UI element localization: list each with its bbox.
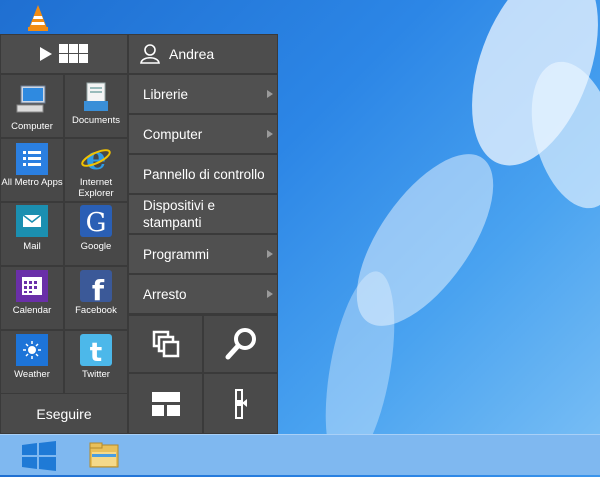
search-icon (225, 328, 256, 360)
start-menu: Andrea Computer Documents All Metro Apps… (0, 34, 278, 434)
grid-icon (59, 44, 88, 63)
menu-item-pannello-di-controllo[interactable]: Pannello di controllo (129, 155, 277, 193)
user-name: Andrea (169, 46, 215, 62)
tile-all-metro-apps[interactable]: All Metro Apps (1, 139, 63, 201)
internet-explorer-icon: e (81, 142, 111, 174)
submenu-arrow-icon (267, 90, 273, 98)
pin-button[interactable] (204, 374, 277, 433)
menu-item-computer[interactable]: Computer (129, 115, 277, 153)
tile-label: Calendar (12, 305, 52, 316)
tile-internet-explorer[interactable]: e Internet Explorer (65, 139, 127, 201)
start-screen-toggle-button[interactable] (1, 35, 127, 73)
user-account[interactable]: Andrea (129, 35, 277, 73)
tile-label: Internet Explorer (78, 177, 114, 199)
taskbar (0, 434, 600, 475)
start-button[interactable] (18, 440, 60, 472)
tile-label: Mail (23, 241, 41, 252)
svg-text:G: G (86, 208, 107, 237)
tile-weather[interactable]: Weather (1, 331, 63, 393)
menu-item-label: Arresto (143, 286, 187, 302)
menu-item-label: Librerie (143, 86, 189, 102)
submenu-arrow-icon (267, 290, 273, 298)
submenu-arrow-icon (267, 250, 273, 258)
menu-item-librerie[interactable]: Librerie (129, 75, 277, 113)
submenu-arrow-icon (267, 130, 273, 138)
svg-text:f: f (92, 274, 105, 302)
play-icon (40, 47, 52, 61)
tile-mail[interactable]: Mail (1, 203, 63, 265)
start-screen-button[interactable] (129, 374, 202, 433)
tile-label: All Metro Apps (1, 177, 63, 188)
vlc-desktop-icon[interactable] (26, 4, 50, 32)
menu-item-label: Dispositivi e stampanti (143, 198, 216, 230)
windows-logo-icon (22, 441, 56, 471)
run-label: Eseguire (36, 405, 92, 422)
tile-documents[interactable]: Documents (65, 75, 127, 137)
tile-calendar[interactable]: Calendar (1, 267, 63, 329)
folder-icon (89, 442, 119, 468)
tile-label: Weather (14, 369, 50, 380)
google-icon: G (80, 205, 112, 237)
search-button[interactable] (204, 316, 277, 372)
menu-item-dispositivi-e-stampanti[interactable]: Dispositivi e stampanti (129, 195, 277, 233)
tile-label: Twitter (82, 369, 110, 380)
menu-item-label: Pannello di controllo (143, 166, 265, 182)
user-icon (140, 44, 160, 64)
menu-item-label: Computer (143, 126, 203, 142)
menu-item-programmi[interactable]: Programmi (129, 235, 277, 273)
svg-text:e: e (86, 142, 106, 174)
mail-icon (16, 205, 48, 237)
tile-twitter[interactable]: t Twitter (65, 331, 127, 393)
tile-label: Facebook (75, 305, 117, 316)
calendar-icon (16, 270, 48, 302)
menu-item-arresto[interactable]: Arresto (129, 275, 277, 313)
tile-facebook[interactable]: f Facebook (65, 267, 127, 329)
run-button[interactable]: Eseguire (1, 394, 127, 433)
weather-icon (16, 334, 48, 366)
tile-google[interactable]: G Google (65, 203, 127, 265)
tile-label: Google (80, 241, 112, 252)
twitter-icon: t (80, 334, 112, 366)
tile-label: Computer (11, 121, 53, 132)
all-apps-icon (16, 143, 48, 175)
computer-icon (16, 85, 46, 113)
tile-computer[interactable]: Computer (1, 75, 63, 137)
menu-item-label: Programmi (143, 246, 210, 262)
tile-label: Documents (71, 115, 121, 126)
switch-windows-icon (152, 330, 179, 358)
svg-text:t: t (90, 338, 102, 366)
pin-icon (234, 388, 247, 419)
start-screen-icon (151, 391, 180, 416)
documents-icon (84, 82, 108, 111)
facebook-icon: f (80, 270, 112, 302)
file-explorer-taskbar-button[interactable] (86, 440, 124, 472)
switch-windows-button[interactable] (129, 316, 202, 372)
